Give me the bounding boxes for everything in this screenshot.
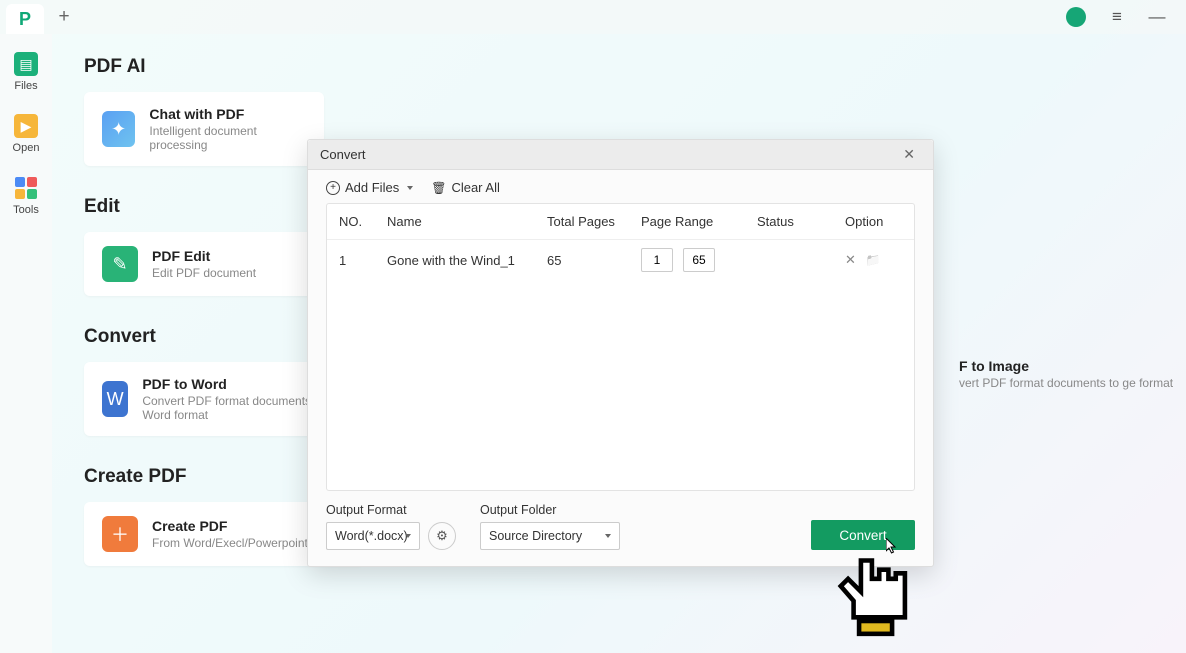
trash-icon xyxy=(431,180,446,195)
clear-all-label: Clear All xyxy=(451,180,499,195)
clear-all-button[interactable]: Clear All xyxy=(431,180,500,195)
table-row: 1 Gone with the Wind_1 65 ✕ xyxy=(327,240,914,280)
card-subtitle: Edit PDF document xyxy=(152,266,256,280)
sidebar-item-files[interactable]: ▤ Files xyxy=(0,52,52,92)
convert-dialog: Convert ✕ + Add Files Clear All NO. Name… xyxy=(307,139,934,567)
create-plus-icon: ＋ xyxy=(102,516,138,552)
card-subtitle: vert PDF format documents to ge format xyxy=(959,376,1186,390)
ai-sparkle-icon: ✦ xyxy=(102,111,135,147)
col-total: Total Pages xyxy=(547,214,641,229)
sidebar-label-tools: Tools xyxy=(13,204,39,216)
card-subtitle: Intelligent document processing xyxy=(149,124,306,152)
dialog-footer: Output Format Word(*.docx) ⚙ Output Fold… xyxy=(308,491,933,566)
output-format-select[interactable]: Word(*.docx) xyxy=(326,522,420,550)
close-icon[interactable]: ✕ xyxy=(897,144,921,165)
card-pdf-to-image-partial[interactable]: F to Image vert PDF format documents to … xyxy=(959,358,1186,390)
col-name: Name xyxy=(387,214,547,229)
page-to-input[interactable] xyxy=(683,248,715,272)
titlebar: P + ≡ — xyxy=(0,0,1186,34)
card-pdf-edit[interactable]: ✎ PDF Edit Edit PDF document xyxy=(84,232,324,296)
page-from-input[interactable] xyxy=(641,248,673,272)
file-table: NO. Name Total Pages Page Range Status O… xyxy=(326,203,915,491)
app-tab[interactable]: P xyxy=(6,4,44,34)
cell-no: 1 xyxy=(339,253,387,268)
open-icon: ▶ xyxy=(14,114,38,138)
user-avatar-icon[interactable] xyxy=(1066,7,1086,27)
left-sidebar: ▤ Files ▶ Open Tools xyxy=(0,34,52,653)
app-logo-icon: P xyxy=(19,9,31,30)
cell-name: Gone with the Wind_1 xyxy=(387,253,547,268)
output-format-value: Word(*.docx) xyxy=(335,529,408,543)
table-header: NO. Name Total Pages Page Range Status O… xyxy=(327,204,914,240)
tools-icon xyxy=(14,176,38,200)
output-settings-icon[interactable]: ⚙ xyxy=(428,522,456,550)
dialog-header: Convert ✕ xyxy=(308,140,933,170)
cell-range xyxy=(641,248,757,272)
card-chat-with-pdf[interactable]: ✦ Chat with PDF Intelligent document pro… xyxy=(84,92,324,166)
add-files-button[interactable]: + Add Files xyxy=(326,180,413,195)
col-no: NO. xyxy=(339,214,387,229)
card-title: PDF Edit xyxy=(152,248,256,264)
output-folder-value: Source Directory xyxy=(489,529,582,543)
card-title: Chat with PDF xyxy=(149,106,306,122)
edit-icon: ✎ xyxy=(102,246,138,282)
remove-row-icon[interactable]: ✕ xyxy=(845,252,856,268)
cell-total: 65 xyxy=(547,253,641,268)
sidebar-label-open: Open xyxy=(13,142,40,154)
new-tab-button[interactable]: + xyxy=(50,6,78,28)
minimize-button[interactable]: — xyxy=(1144,7,1170,27)
cell-option: ✕ xyxy=(845,252,915,268)
add-files-label: Add Files xyxy=(345,180,399,195)
section-title-pdfai: PDF AI xyxy=(84,56,1186,78)
col-range: Page Range xyxy=(641,214,757,229)
card-subtitle: Convert PDF format documents to Word for… xyxy=(142,394,326,422)
output-folder-label: Output Folder xyxy=(480,503,620,517)
chevron-down-icon xyxy=(605,534,611,538)
plus-circle-icon: + xyxy=(326,181,340,195)
card-title: F to Image xyxy=(959,358,1186,374)
dialog-title: Convert xyxy=(320,147,897,162)
word-icon: W xyxy=(102,381,128,417)
hamburger-menu-icon[interactable]: ≡ xyxy=(1104,7,1130,27)
chevron-down-icon xyxy=(405,534,411,538)
col-option: Option xyxy=(845,214,915,229)
convert-button[interactable]: Convert xyxy=(811,520,915,550)
dialog-toolbar: + Add Files Clear All xyxy=(308,170,933,203)
output-folder-select[interactable]: Source Directory xyxy=(480,522,620,550)
sidebar-item-tools[interactable]: Tools xyxy=(0,176,52,216)
col-status: Status xyxy=(757,214,845,229)
card-pdf-to-word[interactable]: W PDF to Word Convert PDF format documen… xyxy=(84,362,344,436)
sidebar-item-open[interactable]: ▶ Open xyxy=(0,114,52,154)
chevron-down-icon[interactable] xyxy=(407,186,413,190)
sidebar-label-files: Files xyxy=(14,80,37,92)
output-format-label: Output Format xyxy=(326,503,456,517)
card-title: PDF to Word xyxy=(142,376,326,392)
files-icon: ▤ xyxy=(14,52,38,76)
open-folder-icon[interactable] xyxy=(866,252,881,268)
